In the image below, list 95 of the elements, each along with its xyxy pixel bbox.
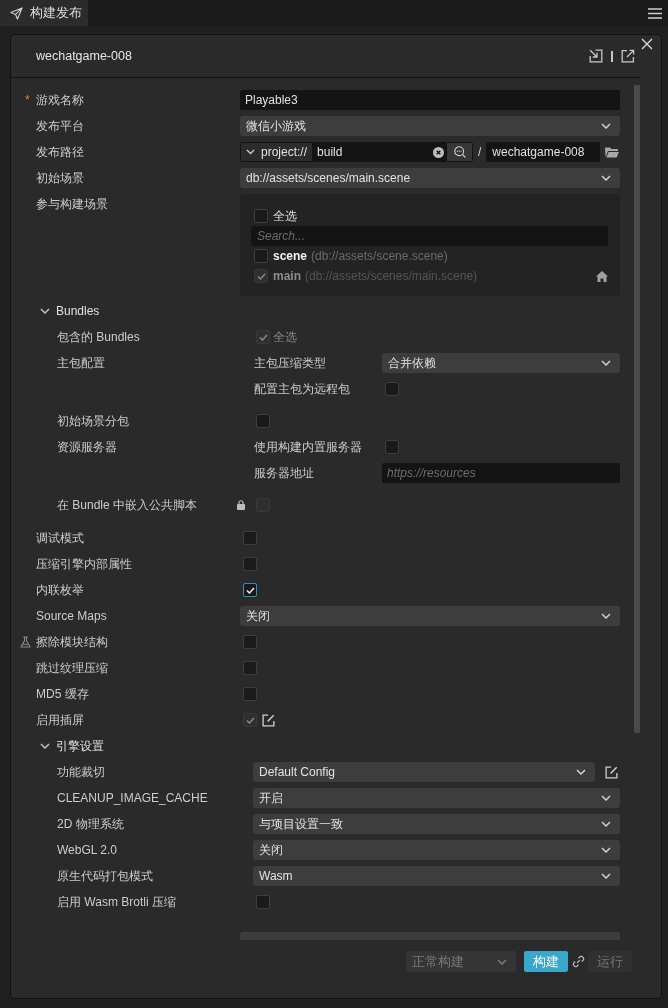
scene-name: scene: [273, 248, 308, 265]
panel-title: wechatgame-008: [36, 47, 132, 65]
checkbox[interactable]: [243, 661, 257, 675]
menu-icon[interactable]: [648, 7, 662, 19]
field-label: 原生代码打包模式: [57, 868, 153, 885]
edit-icon[interactable]: [605, 765, 618, 779]
checkmark-icon: [245, 586, 255, 594]
chevron-down-icon: [40, 743, 50, 749]
field-label: 配置主包为远程包: [254, 381, 350, 398]
chevron-down-icon: [497, 958, 507, 965]
section-toggle[interactable]: Bundles: [40, 298, 100, 324]
field-label: Source Maps: [36, 608, 107, 625]
field-label: 主包压缩类型: [254, 355, 326, 372]
field-label: 在 Bundle 中嵌入公共脚本: [57, 497, 198, 514]
dropdown[interactable]: db://assets/scenes/main.scene: [240, 168, 620, 188]
chevron-down-icon: [601, 795, 611, 801]
field-label: 发布路径: [36, 144, 84, 161]
field-label: 包含的 Bundles: [57, 329, 140, 346]
field-label: 服务器地址: [254, 465, 314, 482]
scrollbar-thumb[interactable]: [634, 85, 640, 733]
chevron-down-icon: [601, 175, 611, 181]
chevron-down-icon: [601, 873, 611, 879]
checkbox[interactable]: [256, 414, 270, 428]
checkbox[interactable]: [243, 557, 257, 571]
search-button[interactable]: [447, 143, 472, 161]
dropdown[interactable]: Default Config: [253, 762, 595, 782]
path-input[interactable]: build: [312, 143, 447, 161]
checkbox[interactable]: [385, 382, 399, 396]
checkbox[interactable]: [256, 895, 270, 909]
chevron-down-icon: [246, 149, 255, 155]
panel-tab[interactable]: 构建发布: [0, 0, 88, 26]
checkbox[interactable]: [385, 440, 399, 454]
field-label: 初始场景分包: [57, 413, 129, 430]
field-label: 跳过纹理压缩: [36, 660, 108, 677]
checkbox[interactable]: [243, 635, 257, 649]
search-field[interactable]: Search...: [251, 226, 608, 246]
checkbox[interactable]: [254, 249, 268, 263]
checkmark-icon: [258, 333, 268, 341]
import-icon[interactable]: [589, 49, 603, 63]
field-label: 调试模式: [36, 530, 84, 547]
field-label: 发布平台: [36, 118, 84, 135]
search-icon: [453, 146, 466, 158]
field-label: 启用 Wasm Brotli 压缩: [57, 894, 176, 911]
chevron-down-icon: [601, 123, 611, 129]
checkbox[interactable]: [254, 209, 268, 223]
protocol-dropdown[interactable]: project://: [241, 143, 313, 161]
checkbox[interactable]: [243, 583, 257, 597]
scene-name: main: [273, 268, 301, 285]
checkmark-icon: [245, 716, 255, 724]
dropdown[interactable]: 微信小游戏: [240, 116, 620, 136]
field-label: 资源服务器: [57, 439, 117, 456]
field-label: MD5 缓存: [36, 686, 89, 703]
clear-icon[interactable]: [433, 147, 444, 158]
dropdown[interactable]: 关闭: [253, 840, 620, 860]
section-toggle[interactable]: 引擎设置: [40, 733, 104, 759]
field-label: 2D 物理系统: [57, 816, 124, 833]
dropdown[interactable]: 与项目设置一致: [253, 814, 620, 834]
text-field[interactable]: Playable3: [240, 90, 620, 110]
chevron-down-icon: [601, 847, 611, 853]
chevron-down-icon: [601, 821, 611, 827]
field-label: 游戏名称: [36, 92, 84, 109]
text-field[interactable]: https://resources: [382, 463, 620, 483]
field-label: 启用插屏: [36, 712, 84, 729]
dropdown[interactable]: 关闭: [240, 606, 620, 626]
checkbox-label: 全选: [273, 329, 297, 346]
field-label: 擦除模块结构: [36, 634, 108, 651]
field-label: 使用构建内置服务器: [254, 439, 362, 456]
chevron-down-icon: [601, 613, 611, 619]
export-icon[interactable]: [621, 49, 635, 63]
close-icon[interactable]: [641, 38, 653, 50]
folder-name-field[interactable]: wechatgame-008: [486, 142, 600, 162]
field-label: WebGL 2.0: [57, 842, 118, 859]
dropdown[interactable]: Wasm: [253, 866, 620, 886]
chevron-down-icon: [576, 769, 586, 775]
field-label: CLEANUP_IMAGE_CACHE: [57, 790, 208, 807]
checkbox[interactable]: [243, 531, 257, 545]
checkbox[interactable]: [243, 687, 257, 701]
dropdown[interactable]: 开启: [253, 788, 620, 808]
required-marker: *: [24, 92, 30, 109]
field-label: 压缩引擎内部属性: [36, 556, 132, 573]
field-label: 初始场景: [36, 170, 84, 187]
scene-path: (db://assets/scene.scene): [311, 248, 448, 265]
chevron-down-icon: [40, 308, 50, 314]
checkmark-icon: [256, 272, 266, 280]
field-label: 主包配置: [57, 355, 105, 372]
link-icon[interactable]: [572, 955, 585, 968]
field-label: 内联枚举: [36, 582, 84, 599]
path-separator: /: [478, 144, 482, 161]
field-label: 参与构建场景: [36, 196, 108, 213]
dropdown[interactable]: 合并依赖: [382, 353, 620, 373]
chevron-down-icon: [601, 360, 611, 366]
field-label: 功能裁切: [57, 764, 105, 781]
paper-plane-icon: [10, 6, 23, 20]
checkbox-label: 全选: [273, 208, 297, 225]
folder-icon[interactable]: [605, 146, 619, 158]
